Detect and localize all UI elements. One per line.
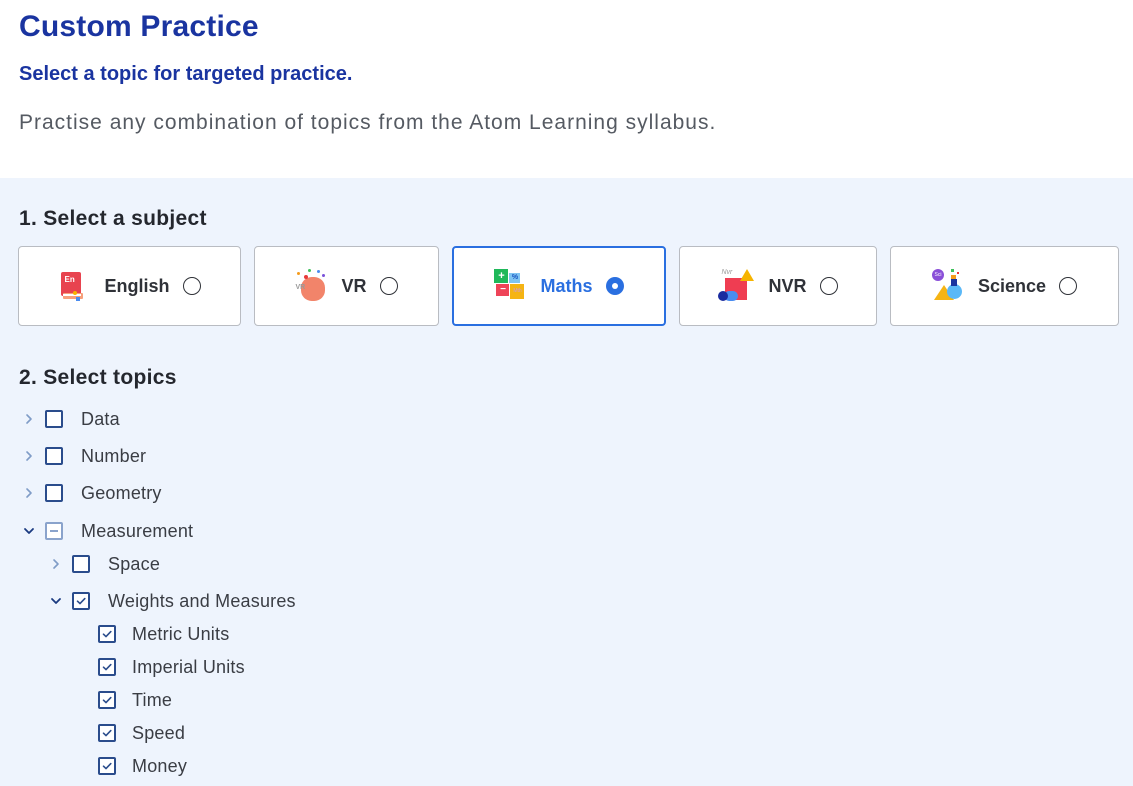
science-flask-icon: Sci [931, 269, 962, 303]
topic-row-space[interactable]: Space [49, 552, 160, 576]
topic-row-weights-and-measures[interactable]: Weights and Measures [49, 589, 296, 613]
subject-radio-vr[interactable] [379, 277, 398, 295]
topic-label: Money [132, 755, 188, 776]
topic-row-number[interactable]: Number [22, 444, 146, 468]
english-book-icon: En [58, 269, 88, 303]
subject-radio-science[interactable] [1059, 277, 1078, 295]
topic-label: Weights and Measures [108, 590, 296, 611]
topic-row-data[interactable]: Data [22, 407, 120, 431]
topic-row-measurement[interactable]: Measurement [22, 519, 193, 543]
topic-checkbox[interactable] [45, 447, 63, 465]
page-subtitle: Select a topic for targeted practice. [19, 63, 353, 85]
subject-card-english[interactable]: En English [18, 246, 241, 326]
maths-symbols-icon: + % − Mth [494, 269, 525, 303]
subject-card-vr[interactable]: VR VR [254, 246, 439, 326]
subject-radio-english[interactable] [182, 277, 201, 295]
topic-label: Data [81, 408, 120, 429]
maths-plus-tile: + [494, 269, 509, 283]
subject-radio-maths[interactable] [605, 277, 624, 295]
select-subject-heading: 1. Select a subject [19, 207, 207, 230]
subject-card-maths[interactable]: + % − Mth Maths [452, 246, 666, 326]
topic-checkbox[interactable] [45, 484, 63, 502]
topic-row-money[interactable]: Money [98, 754, 187, 778]
topic-row-speed[interactable]: Speed [98, 721, 185, 745]
topic-label: Time [132, 689, 173, 710]
subject-card-nvr[interactable]: Nvr NVR [679, 246, 877, 326]
page-description: Practise any combination of topics from … [19, 111, 717, 134]
vr-icon-text: VR [295, 284, 306, 291]
topic-row-metric-units[interactable]: Metric Units [98, 622, 229, 646]
subject-label: VR [341, 275, 367, 296]
topic-checkbox[interactable] [72, 555, 90, 573]
topic-checkbox[interactable] [98, 658, 116, 676]
chevron-right-icon[interactable] [22, 486, 36, 500]
topic-checkbox[interactable] [98, 625, 116, 643]
nvr-shapes-icon: Nvr [718, 269, 755, 303]
select-topics-heading: 2. Select topics [19, 366, 177, 389]
nvr-icon-text: Nvr [721, 269, 733, 276]
topic-checkbox[interactable] [98, 724, 116, 742]
subject-label: Science [977, 275, 1047, 296]
topic-row-time[interactable]: Time [98, 688, 172, 712]
topic-checkbox[interactable] [72, 592, 90, 610]
page-header: Custom Practice Select a topic for targe… [0, 0, 1133, 178]
subject-label: NVR [768, 275, 807, 296]
topic-label: Space [108, 553, 161, 574]
chevron-right-icon[interactable] [49, 557, 63, 571]
topic-checkbox[interactable] [98, 757, 116, 775]
topic-row-imperial-units[interactable]: Imperial Units [98, 655, 245, 679]
topic-label: Metric Units [132, 623, 230, 644]
page-title: Custom Practice [19, 10, 259, 43]
topic-label: Imperial Units [132, 656, 245, 677]
chevron-right-icon[interactable] [22, 412, 36, 426]
vr-brain-icon: VR [295, 269, 326, 303]
chevron-down-icon[interactable] [49, 594, 63, 608]
maths-tag-tile: Mth [510, 284, 525, 299]
topic-checkbox[interactable] [45, 410, 63, 428]
topic-checkbox[interactable] [98, 691, 116, 709]
topic-label: Speed [132, 722, 186, 743]
topic-label: Geometry [81, 482, 162, 503]
topic-row-geometry[interactable]: Geometry [22, 481, 162, 505]
topic-checkbox[interactable] [45, 522, 63, 540]
subject-radio-nvr[interactable] [819, 277, 838, 295]
topic-label: Number [81, 445, 147, 466]
chevron-right-icon[interactable] [22, 449, 36, 463]
english-icon-text: En [64, 275, 75, 284]
science-icon-text: Sci [931, 269, 944, 281]
maths-minus-tile: − [496, 284, 510, 296]
chevron-down-icon[interactable] [22, 524, 36, 538]
subject-label: Maths [540, 275, 593, 296]
maths-percent-tile: % [509, 273, 521, 283]
topic-label: Measurement [81, 520, 194, 541]
subject-label: English [104, 275, 170, 296]
subject-card-science[interactable]: Sci Science [890, 246, 1119, 326]
